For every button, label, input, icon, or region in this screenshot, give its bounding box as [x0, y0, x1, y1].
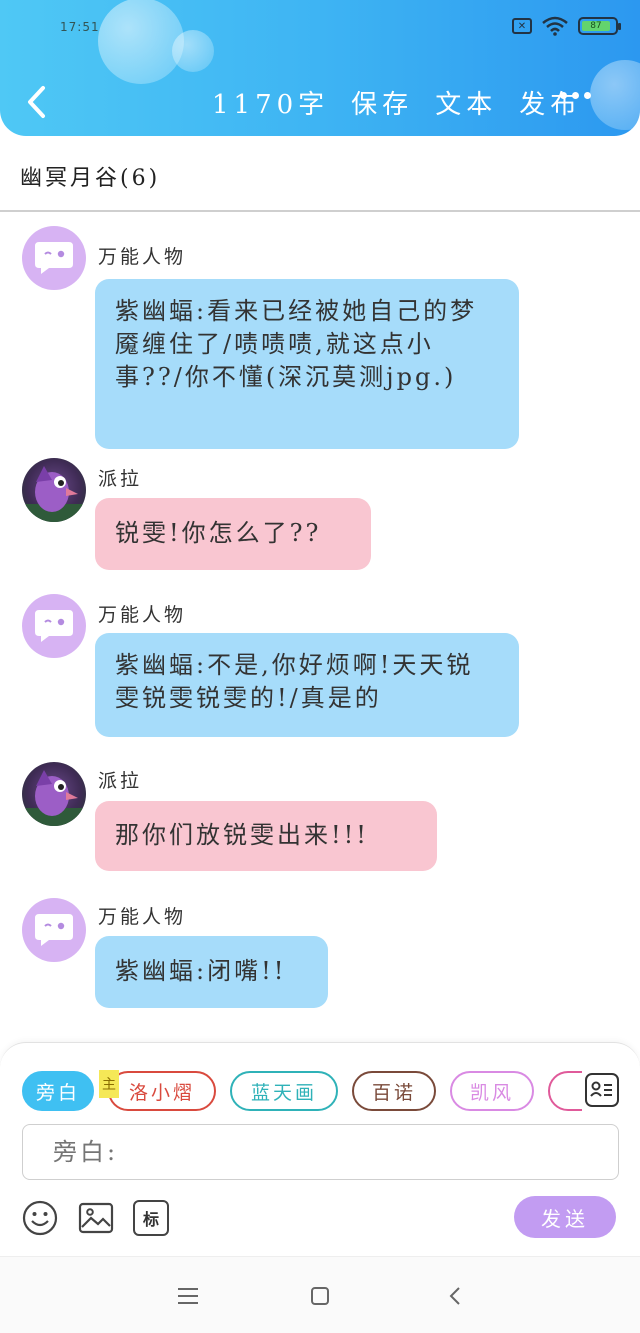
- chat-bubble-icon: [35, 242, 73, 274]
- main-role-tag: 主: [99, 1070, 119, 1098]
- avatar[interactable]: [22, 226, 86, 290]
- avatar[interactable]: [22, 898, 86, 962]
- contact-card-glyph: [590, 1081, 612, 1097]
- word-count: 1170字: [212, 90, 330, 120]
- header-actions: 1170字 保存 文本 发布: [212, 84, 581, 121]
- contact-card-icon[interactable]: [585, 1073, 619, 1107]
- square-home-icon[interactable]: [305, 1281, 335, 1311]
- app-header: 17:51 ✕ 87 1170字 保存 文本 发布: [0, 0, 640, 136]
- avatar[interactable]: [22, 594, 86, 658]
- message-sender: 万能人物: [98, 246, 187, 268]
- back-button[interactable]: [18, 82, 54, 122]
- message-list[interactable]: 万能人物 紫幽蝠:看来已经被她自己的梦魇缠住了/啧啧啧,就这点小事??/你不懂(…: [0, 212, 640, 1042]
- status-icons: ✕ 87: [512, 16, 621, 36]
- chat-bubble-icon: [35, 914, 73, 946]
- smiley-icon[interactable]: [22, 1200, 58, 1236]
- text-button[interactable]: 文本: [435, 84, 497, 121]
- decorative-bubble: [590, 60, 640, 130]
- status-time: 17:51: [60, 20, 100, 34]
- role-chip[interactable]: 百诺: [352, 1071, 436, 1111]
- sim-off-icon: ✕: [512, 18, 532, 34]
- save-button[interactable]: 保存: [351, 84, 413, 121]
- back-triangle-icon[interactable]: [440, 1281, 470, 1311]
- battery-level: 87: [582, 21, 610, 31]
- chat-title-bar: 幽冥月谷(6): [0, 136, 640, 212]
- message-sender: 万能人物: [98, 604, 187, 626]
- message-bubble[interactable]: 紫幽蝠:看来已经被她自己的梦魇缠住了/啧啧啧,就这点小事??/你不懂(深沉莫测j…: [95, 279, 519, 449]
- character-avatar-icon: [22, 466, 86, 522]
- message-sender: 派拉: [98, 770, 143, 792]
- role-chip[interactable]: 洛小熠: [108, 1071, 216, 1111]
- decorative-bubble: [98, 0, 184, 84]
- avatar[interactable]: [22, 458, 86, 522]
- tag-button[interactable]: 标: [133, 1200, 169, 1236]
- role-chip[interactable]: [548, 1071, 582, 1111]
- character-avatar-icon: [22, 770, 86, 826]
- menu-icon[interactable]: [173, 1281, 203, 1311]
- message-sender: 万能人物: [98, 906, 187, 928]
- avatar[interactable]: [22, 762, 86, 826]
- message-bubble[interactable]: 紫幽蝠:不是,你好烦啊!天天锐雯锐雯锐雯的!/真是的: [95, 633, 519, 737]
- more-icon[interactable]: [560, 92, 591, 99]
- role-chip[interactable]: 凯风: [450, 1071, 534, 1111]
- decorative-bubble: [172, 30, 214, 72]
- wifi-icon: [542, 16, 568, 36]
- publish-button[interactable]: 发布: [519, 84, 581, 121]
- role-chip[interactable]: 蓝天画: [230, 1071, 338, 1111]
- chat-title: 幽冥月谷(6): [20, 166, 161, 191]
- message-bubble[interactable]: 那你们放锐雯出来!!!: [95, 801, 437, 871]
- chat-bubble-icon: [35, 610, 73, 642]
- message-sender: 派拉: [98, 468, 143, 490]
- role-chip-narrator[interactable]: 旁白: [22, 1071, 94, 1111]
- message-input[interactable]: [22, 1124, 619, 1180]
- battery-icon: 87: [578, 17, 621, 35]
- message-bubble[interactable]: 紫幽蝠:闭嘴!!: [95, 936, 328, 1008]
- system-nav-bar: [0, 1256, 640, 1333]
- image-icon[interactable]: [78, 1200, 114, 1236]
- chevron-left-icon: [28, 86, 45, 118]
- message-bubble[interactable]: 锐雯!你怎么了??: [95, 498, 371, 570]
- send-button[interactable]: 发送: [514, 1196, 616, 1238]
